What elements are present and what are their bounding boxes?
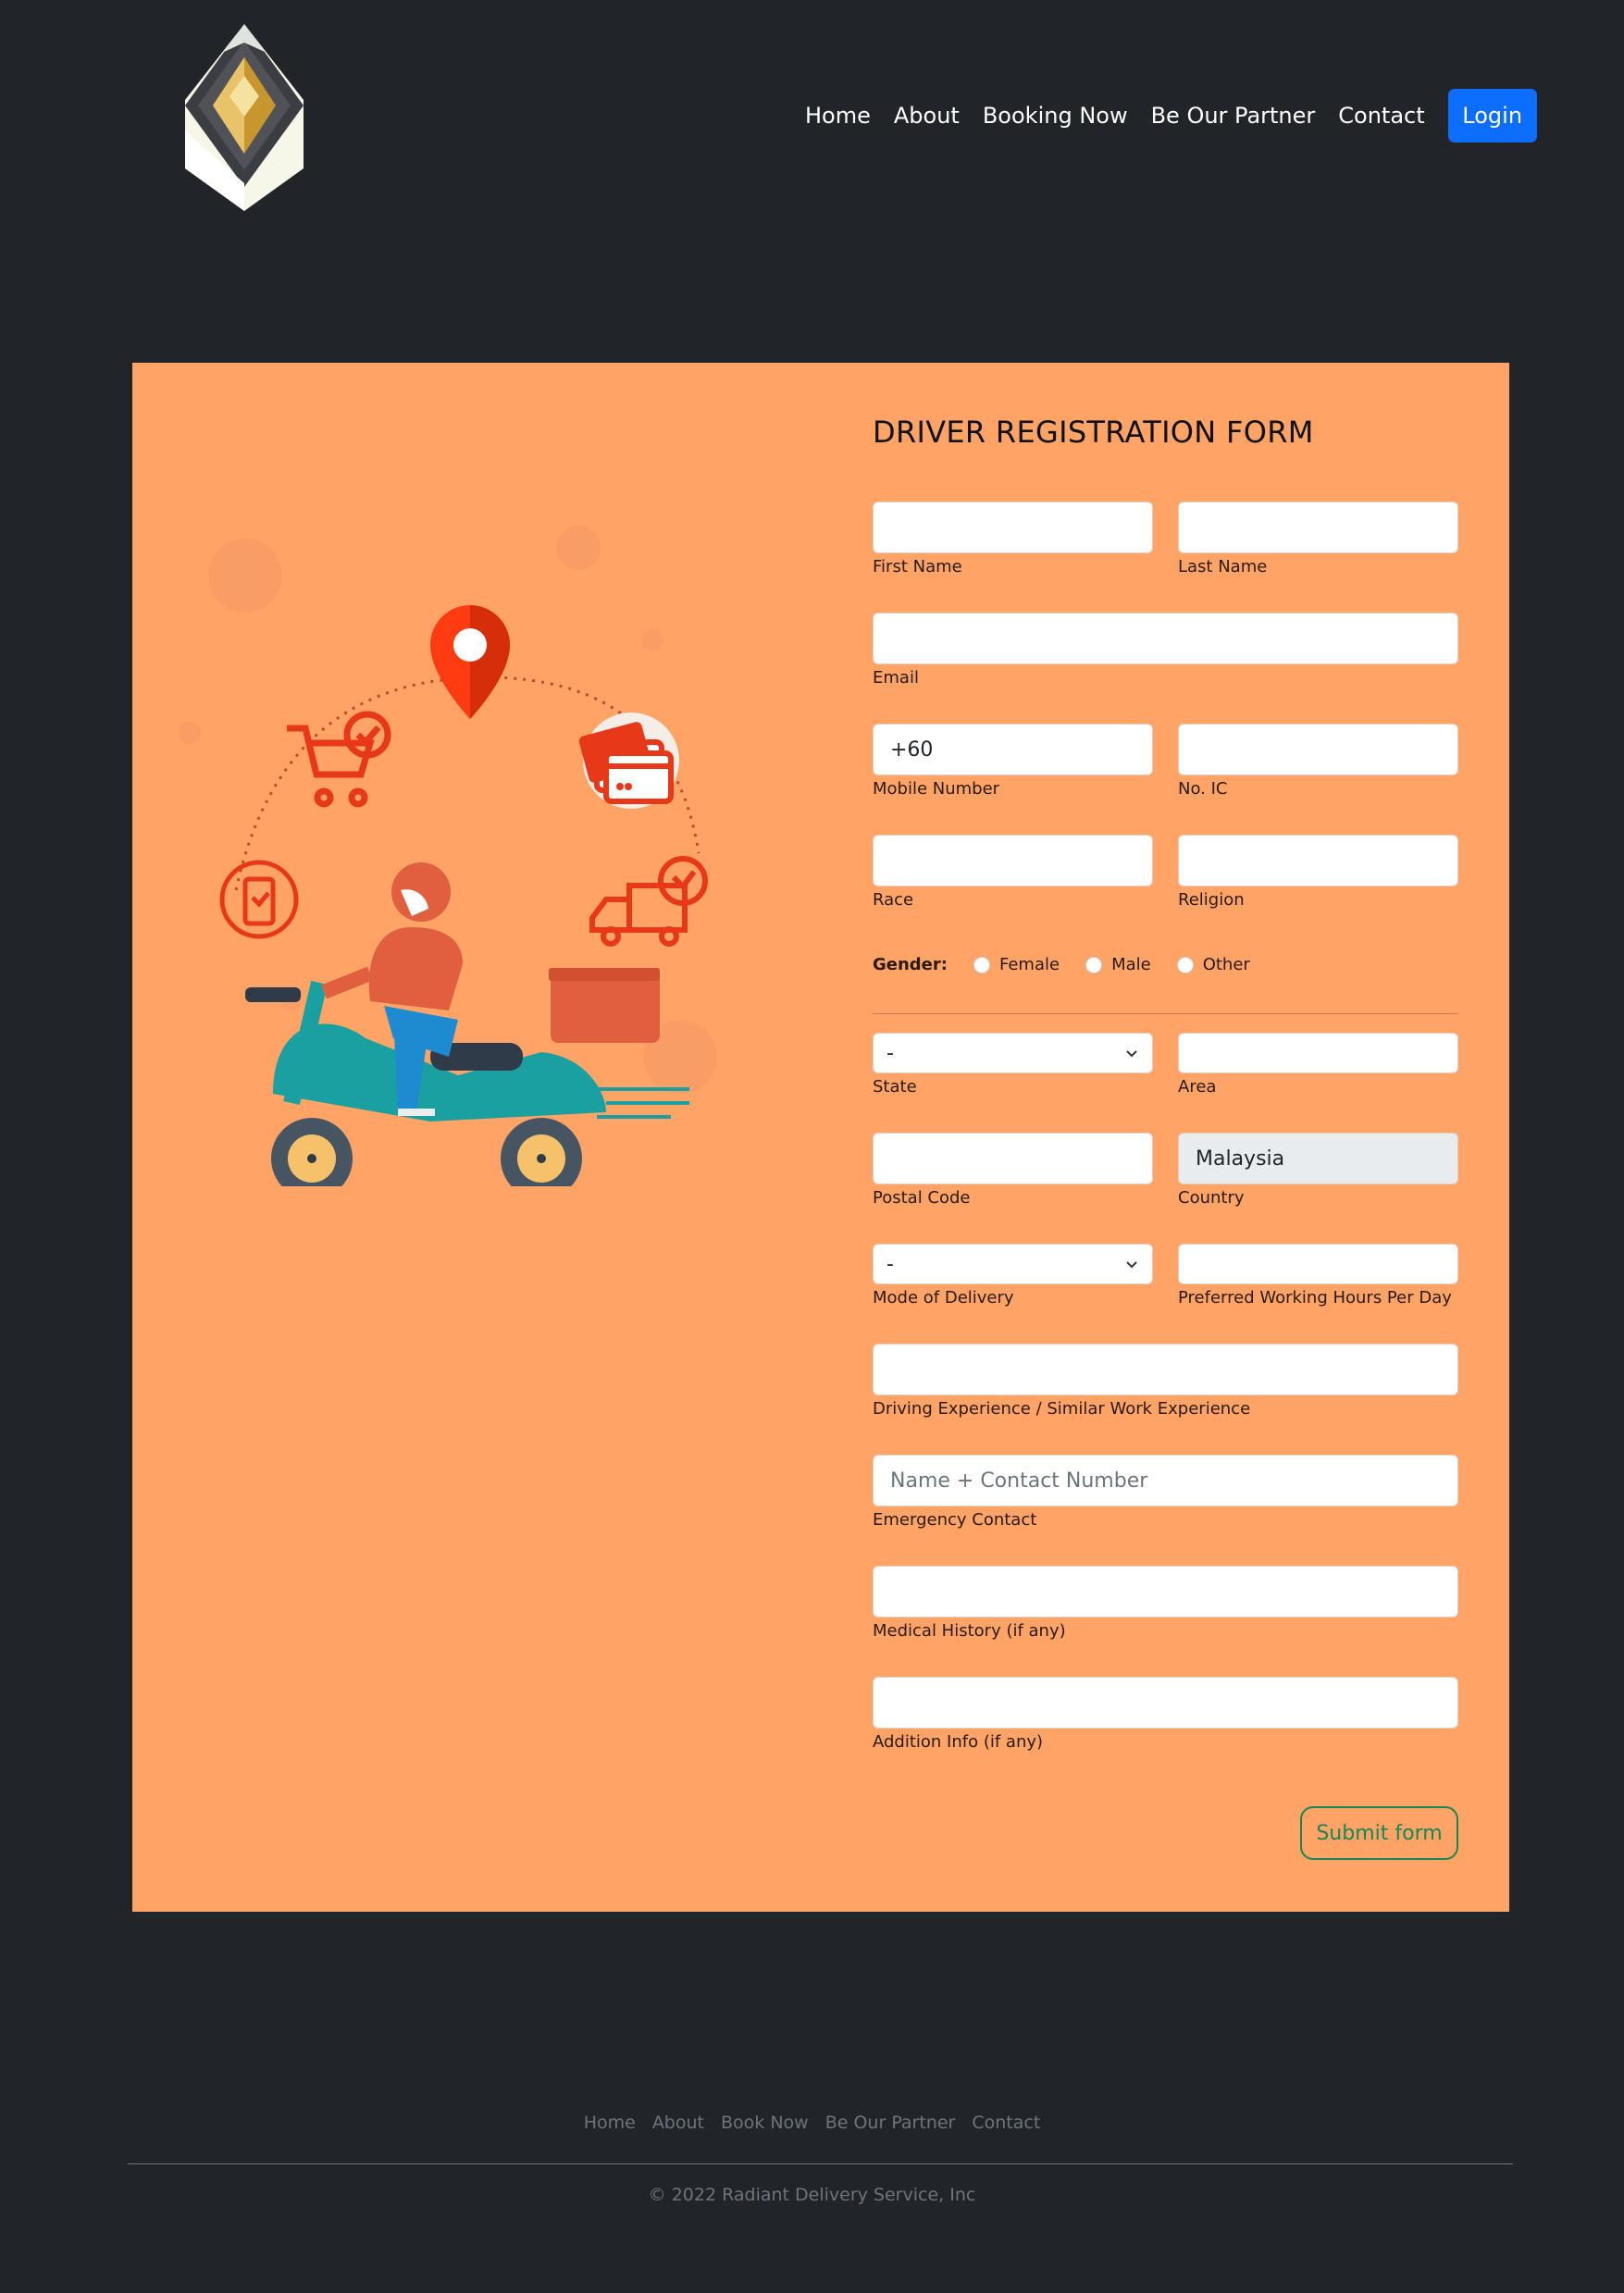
radio-male[interactable] bbox=[1085, 956, 1103, 973]
gender-option-male[interactable]: Male bbox=[1085, 955, 1151, 974]
gender-male-label: Male bbox=[1111, 955, 1151, 974]
last-name-label: Last Name bbox=[1178, 557, 1268, 576]
chevron-down-icon bbox=[1126, 1261, 1137, 1269]
emergency-group: Name + Contact Number Emergency Contact bbox=[873, 1455, 1458, 1530]
nav-home[interactable]: Home bbox=[805, 89, 871, 143]
first-name-input[interactable] bbox=[873, 502, 1153, 553]
state-select-value: - bbox=[886, 1041, 894, 1065]
registration-panel: DRIVER REGISTRATION FORM First Name Last… bbox=[132, 363, 1509, 1912]
medical-group: Medical History (if any) bbox=[873, 1566, 1458, 1641]
medical-label: Medical History (if any) bbox=[873, 1621, 1066, 1641]
nav-contact[interactable]: Contact bbox=[1338, 89, 1424, 143]
gender-other-label: Other bbox=[1202, 955, 1250, 974]
working-hours-input[interactable] bbox=[1178, 1244, 1458, 1284]
footer-link-contact[interactable]: Contact bbox=[972, 2113, 1040, 2133]
gender-option-female[interactable]: Female bbox=[973, 955, 1060, 974]
country-input: Malaysia bbox=[1178, 1133, 1458, 1184]
postal-label: Postal Code bbox=[873, 1188, 971, 1208]
addition-label: Addition Info (if any) bbox=[873, 1732, 1044, 1752]
email-input[interactable] bbox=[873, 613, 1458, 664]
submit-button[interactable]: Submit form bbox=[1300, 1806, 1458, 1860]
nav-about[interactable]: About bbox=[894, 89, 960, 143]
footer-nav: Home About Book Now Be Our Partner Conta… bbox=[0, 2113, 1624, 2133]
gender-female-label: Female bbox=[998, 955, 1060, 974]
nav-booking-now[interactable]: Booking Now bbox=[983, 89, 1128, 143]
state-group: - State bbox=[873, 1033, 1153, 1097]
first-name-group: First Name bbox=[873, 502, 1153, 576]
experience-label: Driving Experience / Similar Work Experi… bbox=[873, 1399, 1251, 1419]
footer-link-about[interactable]: About bbox=[652, 2113, 704, 2133]
first-name-label: First Name bbox=[873, 557, 962, 576]
footer-link-home[interactable]: Home bbox=[584, 2113, 636, 2133]
form-divider bbox=[873, 1013, 1458, 1014]
race-label: Race bbox=[873, 890, 914, 910]
area-label: Area bbox=[1178, 1077, 1217, 1097]
addition-info-input[interactable] bbox=[873, 1677, 1458, 1729]
footer-divider bbox=[128, 2163, 1513, 2164]
nav-be-our-partner[interactable]: Be Our Partner bbox=[1151, 89, 1316, 143]
country-label: Country bbox=[1178, 1188, 1245, 1208]
hours-group: Preferred Working Hours Per Day bbox=[1178, 1244, 1458, 1308]
addition-group: Addition Info (if any) bbox=[873, 1677, 1458, 1752]
ic-group: No. IC bbox=[1178, 724, 1458, 799]
experience-input[interactable] bbox=[873, 1344, 1458, 1395]
mobile-group: +60 Mobile Number bbox=[873, 724, 1153, 799]
religion-label: Religion bbox=[1178, 890, 1245, 910]
delivery-label: Mode of Delivery bbox=[873, 1288, 1014, 1308]
race-input[interactable] bbox=[873, 835, 1153, 886]
delivery-select-value: - bbox=[886, 1252, 894, 1276]
login-button[interactable]: Login bbox=[1447, 89, 1537, 143]
footer-link-be-our-partner[interactable]: Be Our Partner bbox=[825, 2113, 956, 2133]
delivery-group: - Mode of Delivery bbox=[873, 1244, 1153, 1308]
gender-group: Gender: Female Male Other bbox=[873, 955, 1276, 974]
delivery-mode-select[interactable]: - bbox=[873, 1244, 1153, 1284]
emergency-placeholder: Name + Contact Number bbox=[890, 1469, 1148, 1493]
experience-group: Driving Experience / Similar Work Experi… bbox=[873, 1344, 1458, 1419]
hours-label: Preferred Working Hours Per Day bbox=[1178, 1288, 1452, 1308]
email-label: Email bbox=[873, 668, 919, 688]
gender-label: Gender: bbox=[873, 955, 948, 974]
mobile-input[interactable]: +60 bbox=[873, 724, 1153, 775]
ic-input[interactable] bbox=[1178, 724, 1458, 775]
radio-other[interactable] bbox=[1176, 956, 1194, 973]
footer-link-book-now[interactable]: Book Now bbox=[721, 2113, 809, 2133]
delivery-scooter-illustration bbox=[179, 526, 717, 1186]
race-group: Race bbox=[873, 835, 1153, 910]
country-group: Malaysia Country bbox=[1178, 1133, 1458, 1208]
ic-label: No. IC bbox=[1178, 779, 1228, 799]
brand-logo[interactable] bbox=[181, 20, 307, 211]
state-select[interactable]: - bbox=[873, 1033, 1153, 1073]
last-name-input[interactable] bbox=[1178, 502, 1458, 553]
emergency-contact-input[interactable]: Name + Contact Number bbox=[873, 1455, 1458, 1506]
area-group: Area bbox=[1178, 1033, 1458, 1097]
state-label: State bbox=[873, 1077, 917, 1097]
email-group: Email bbox=[873, 613, 1458, 688]
copyright-text: © 2022 Radiant Delivery Service, Inc bbox=[648, 2185, 976, 2205]
religion-input[interactable] bbox=[1178, 835, 1458, 886]
area-input[interactable] bbox=[1178, 1033, 1458, 1073]
postal-code-input[interactable] bbox=[873, 1133, 1153, 1184]
main-nav: Home About Booking Now Be Our Partner Co… bbox=[805, 89, 1537, 143]
last-name-group: Last Name bbox=[1178, 502, 1458, 576]
gender-option-other[interactable]: Other bbox=[1176, 955, 1250, 974]
religion-group: Religion bbox=[1178, 835, 1458, 910]
form-title: DRIVER REGISTRATION FORM bbox=[873, 415, 1314, 450]
radio-female[interactable] bbox=[973, 956, 990, 973]
chevron-down-icon bbox=[1126, 1050, 1137, 1058]
medical-history-input[interactable] bbox=[873, 1566, 1458, 1617]
mobile-label: Mobile Number bbox=[873, 779, 1000, 799]
emergency-label: Emergency Contact bbox=[873, 1510, 1037, 1530]
postal-group: Postal Code bbox=[873, 1133, 1153, 1208]
